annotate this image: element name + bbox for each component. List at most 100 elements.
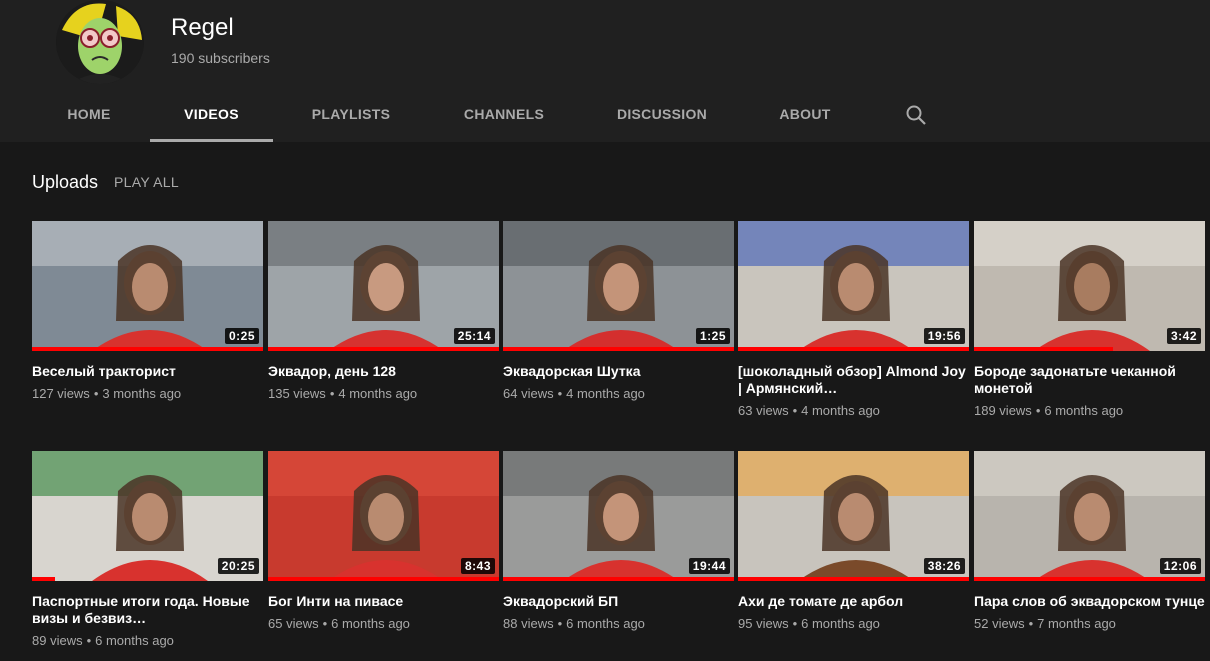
video-duration: 0:25 [224,328,259,344]
separator-dot: • [86,633,92,648]
video-title[interactable]: Эквадорская Шутка [503,363,734,380]
separator-dot: • [329,386,335,401]
tab-about[interactable]: ABOUT [762,86,848,142]
view-count: 52 views [974,616,1025,631]
tab-channels[interactable]: CHANNELS [445,86,563,142]
video-card[interactable]: 19:44 Эквадорский БП 88 views • 6 months ago [503,451,734,631]
video-card[interactable]: 12:06 Пара слов об эквадорском тунце 52 vi… [974,451,1205,631]
watch-progress-bar [32,347,263,351]
upload-age: 7 months ago [1037,616,1116,631]
video-thumbnail[interactable]: 1:25 [503,221,734,351]
video-thumbnail[interactable]: 8:43 [268,451,499,581]
section-title: Uploads [32,172,99,192]
video-title[interactable]: Ахи де томате де арбол [738,593,969,610]
video-thumbnail[interactable]: 19:56 [738,221,969,351]
video-title[interactable]: Эквадор, день 128 [268,363,499,380]
watch-progress-bar [738,347,969,351]
channel-avatar[interactable] [56,0,144,84]
view-count: 65 views [268,616,319,631]
video-duration: 3:42 [1166,328,1201,344]
video-thumbnail[interactable]: 19:44 [503,451,734,581]
video-duration: 25:14 [453,328,495,344]
video-thumbnail[interactable]: 38:26 [738,451,969,581]
watch-progress-bar [32,577,56,581]
video-duration: 19:44 [688,558,730,574]
video-duration: 19:56 [923,328,965,344]
tab-playlists[interactable]: PLAYLISTS [295,86,407,142]
upload-age: 4 months ago [566,386,645,401]
watch-progress-bar [268,577,499,581]
video-card[interactable]: 1:25 Эквадорская Шутка 64 views • 4 months a… [503,221,734,401]
watch-progress-bar [268,347,499,351]
view-count: 189 views [974,403,1032,418]
video-title[interactable]: Бог Инти на пивасе [268,593,499,610]
watch-progress-bar [503,347,734,351]
video-meta: 95 views • 6 months ago [738,616,969,631]
video-meta: 88 views • 6 months ago [503,616,734,631]
separator-dot: • [93,386,99,401]
video-duration: 1:25 [695,328,730,344]
video-meta: 63 views • 4 months ago [738,403,969,418]
view-count: 135 views [268,386,326,401]
video-meta: 89 views • 6 months ago [32,633,263,648]
view-count: 127 views [32,386,90,401]
watch-progress-bar [503,577,734,581]
video-meta: 65 views • 6 months ago [268,616,499,631]
video-title[interactable]: Пара слов об эквадорском тунце [974,593,1205,610]
upload-age: 6 months ago [331,616,410,631]
video-thumbnail[interactable]: 3:42 [974,221,1205,351]
channel-name[interactable]: Regel [171,14,234,42]
separator-dot: • [792,403,798,418]
upload-age: 3 months ago [102,386,182,401]
subscriber-count: 190 subscribers [171,50,270,66]
tab-videos[interactable]: VIDEOS [150,86,273,142]
video-card[interactable]: 0:25 Веселый тракторист 127 views • 3 months… [32,221,263,401]
upload-age: 4 months ago [801,403,880,418]
upload-age: 6 months ago [95,633,174,648]
video-meta: 135 views • 4 months ago [268,386,499,401]
video-card[interactable]: 25:14 Эквадор, день 128 135 views • 4 months… [268,221,499,401]
video-meta: 52 views • 7 months ago [974,616,1205,631]
play-all-button[interactable]: PLAY ALL [114,174,179,190]
video-meta: 127 views • 3 months ago [32,386,263,401]
video-thumbnail[interactable]: 25:14 [268,221,499,351]
channel-tabs: HOME VIDEOS PLAYLISTS CHANNELS DISCUSSIO… [0,86,1210,142]
watch-progress-bar [738,577,969,581]
video-card[interactable]: 19:56 [шоколадный обзор] Almond Joy | Арм… [738,221,969,418]
video-title[interactable]: [шоколадный обзор] Almond Joy | Армянски… [738,363,969,397]
video-title[interactable]: Эквадорский БП [503,593,734,610]
upload-age: 6 months ago [801,616,880,631]
upload-age: 6 months ago [1044,403,1124,418]
video-thumbnail[interactable]: 20:25 [32,451,263,581]
video-duration: 20:25 [217,558,259,574]
watch-progress-bar [974,577,1205,581]
view-count: 64 views [503,386,554,401]
video-duration: 12:06 [1159,558,1201,574]
watch-progress-bar [974,347,1113,351]
video-duration: 38:26 [923,558,965,574]
video-meta: 64 views • 4 months ago [503,386,734,401]
tab-home[interactable]: HOME [50,86,128,142]
video-thumbnail[interactable]: 12:06 [974,451,1205,581]
video-meta: 189 views • 6 months ago [974,403,1205,418]
video-card[interactable]: 8:43 Бог Инти на пивасе 65 views • 6 months … [268,451,499,631]
video-title[interactable]: Паспортные итоги года. Новые визы и безв… [32,593,263,627]
view-count: 89 views [32,633,83,648]
separator-dot: • [557,386,563,401]
video-title[interactable]: Бороде задонатьте чеканной монетой [974,363,1205,397]
video-duration: 8:43 [460,558,495,574]
channel-header: Regel 190 subscribers HOME VIDEOS PLAYLI… [0,0,1210,142]
view-count: 63 views [738,403,789,418]
separator-dot: • [322,616,328,631]
video-thumbnail[interactable]: 0:25 [32,221,263,351]
view-count: 95 views [738,616,789,631]
separator-dot: • [792,616,798,631]
video-card[interactable]: 38:26 Ахи де томате де арбол 95 views • 6 mo… [738,451,969,631]
tab-discussion[interactable]: DISCUSSION [600,86,724,142]
video-title[interactable]: Веселый тракторист [32,363,263,380]
video-card[interactable]: 20:25 Паспортные итоги года. Новые визы и… [32,451,263,648]
upload-age: 6 months ago [566,616,645,631]
separator-dot: • [1035,403,1041,418]
search-icon[interactable] [904,103,928,127]
video-card[interactable]: 3:42 Бороде задонатьте чеканной монетой 18… [974,221,1205,418]
